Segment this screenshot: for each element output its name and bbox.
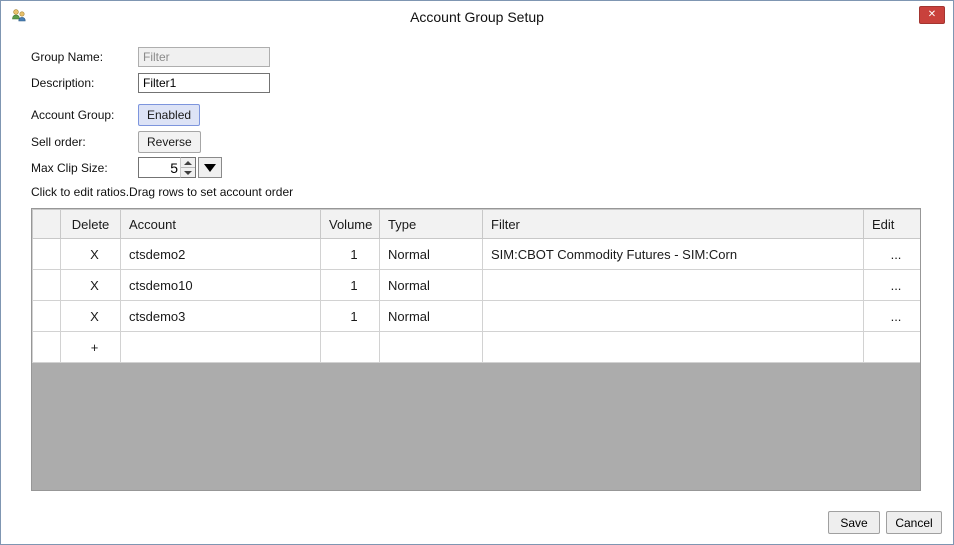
spinner-down-button[interactable] (181, 167, 195, 177)
chevron-down-icon (184, 171, 192, 175)
row-selector[interactable] (33, 270, 61, 301)
dropdown-arrow-icon (204, 164, 216, 172)
sell-order-label: Sell order: (31, 135, 86, 149)
cancel-button[interactable]: Cancel (886, 511, 942, 534)
grid-hint-text: Click to edit ratios.Drag rows to set ac… (31, 185, 293, 199)
volume-cell[interactable]: 1 (321, 239, 380, 270)
accounts-grid: Delete Account Volume Type Filter Edit X… (31, 208, 921, 491)
max-clip-size-control (138, 157, 222, 178)
table-row: X ctsdemo3 1 Normal ... (33, 301, 921, 332)
account-cell[interactable]: ctsdemo3 (121, 301, 321, 332)
delete-cell[interactable]: X (61, 270, 121, 301)
type-cell[interactable]: Normal (380, 270, 483, 301)
account-cell[interactable]: ctsdemo10 (121, 270, 321, 301)
group-name-input (138, 47, 270, 67)
col-header-edit[interactable]: Edit (864, 210, 921, 239)
row-selector[interactable] (33, 239, 61, 270)
delete-cell[interactable]: X (61, 239, 121, 270)
volume-cell[interactable] (321, 332, 380, 363)
type-cell[interactable] (380, 332, 483, 363)
edit-cell-button[interactable]: ... (864, 301, 921, 332)
new-row: + (33, 332, 921, 363)
accounts-table: Delete Account Volume Type Filter Edit X… (32, 209, 921, 363)
row-selector[interactable] (33, 332, 61, 363)
sell-order-reverse-button[interactable]: Reverse (138, 131, 201, 153)
table-row: X ctsdemo2 1 Normal SIM:CBOT Commodity F… (33, 239, 921, 270)
filter-cell[interactable] (483, 301, 864, 332)
edit-cell-button[interactable]: ... (864, 270, 921, 301)
max-clip-spinner (180, 157, 196, 178)
account-cell[interactable] (121, 332, 321, 363)
account-cell[interactable]: ctsdemo2 (121, 239, 321, 270)
edit-cell-button[interactable]: ... (864, 239, 921, 270)
save-button[interactable]: Save (828, 511, 880, 534)
group-name-label: Group Name: (31, 50, 103, 64)
type-cell[interactable]: Normal (380, 301, 483, 332)
title-bar: Account Group Setup ✕ (1, 1, 953, 31)
type-cell[interactable]: Normal (380, 239, 483, 270)
col-header-filter[interactable]: Filter (483, 210, 864, 239)
max-clip-dropdown-button[interactable] (198, 157, 222, 178)
filter-cell[interactable] (483, 270, 864, 301)
close-button[interactable]: ✕ (919, 6, 945, 24)
col-header-delete[interactable]: Delete (61, 210, 121, 239)
max-clip-size-input[interactable] (138, 157, 180, 178)
row-selector[interactable] (33, 301, 61, 332)
add-row-cell[interactable]: + (61, 332, 121, 363)
header-row: Delete Account Volume Type Filter Edit (33, 210, 921, 239)
account-group-enabled-button[interactable]: Enabled (138, 104, 200, 126)
edit-cell[interactable] (864, 332, 921, 363)
volume-cell[interactable]: 1 (321, 301, 380, 332)
chevron-up-icon (184, 161, 192, 165)
window-title: Account Group Setup (1, 9, 953, 25)
description-label: Description: (31, 76, 94, 90)
max-clip-size-label: Max Clip Size: (31, 161, 108, 175)
description-input[interactable] (138, 73, 270, 93)
delete-cell[interactable]: X (61, 301, 121, 332)
col-header-account[interactable]: Account (121, 210, 321, 239)
table-row: X ctsdemo10 1 Normal ... (33, 270, 921, 301)
row-selector-header (33, 210, 61, 239)
spinner-up-button[interactable] (181, 158, 195, 167)
filter-cell[interactable]: SIM:CBOT Commodity Futures - SIM:Corn (483, 239, 864, 270)
account-group-label: Account Group: (31, 108, 114, 122)
volume-cell[interactable]: 1 (321, 270, 380, 301)
col-header-type[interactable]: Type (380, 210, 483, 239)
col-header-volume[interactable]: Volume (321, 210, 380, 239)
filter-cell[interactable] (483, 332, 864, 363)
